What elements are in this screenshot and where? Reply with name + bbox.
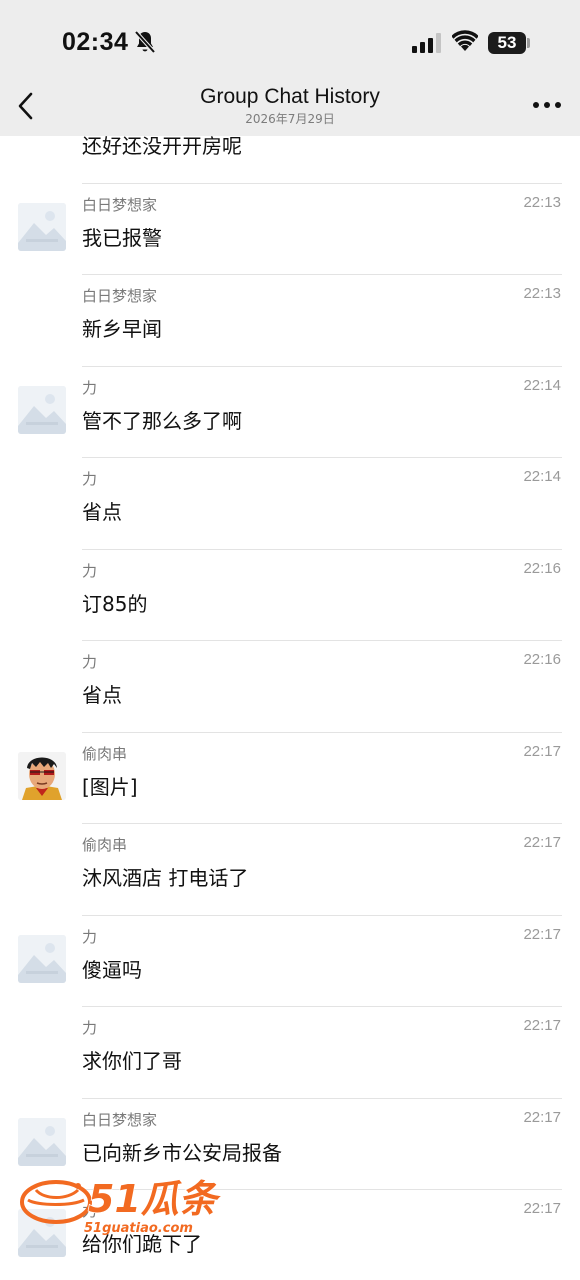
more-dots-icon[interactable] xyxy=(532,98,562,112)
message-text: 我已报警 xyxy=(82,225,162,250)
message-timestamp: 22:17 xyxy=(523,1017,561,1034)
message-sender: 力 xyxy=(82,378,98,397)
status-time: 02:34 xyxy=(62,28,129,56)
wifi-icon xyxy=(452,30,478,51)
message-timestamp: 22:17 xyxy=(523,1200,561,1217)
avatar-placeholder-image-icon[interactable] xyxy=(18,1117,66,1166)
message-row[interactable]: 力 22:17 求你们了哥 xyxy=(0,1007,580,1099)
message-text: 已向新乡市公安局报备 xyxy=(82,1140,282,1165)
message-sender: 偷肉串 xyxy=(82,744,128,763)
nav-bar: Group Chat History 2026年7月29日 xyxy=(0,80,580,136)
watermark-url: 51guatiao.com xyxy=(84,1221,193,1236)
message-timestamp: 22:17 xyxy=(523,742,561,760)
message-row[interactable]: 白日梦想家 22:13 新乡早闻 xyxy=(0,275,580,367)
message-row[interactable]: 偷肉串 22:17 沐风酒店 打电话了 xyxy=(0,824,580,916)
message-timestamp: 22:16 xyxy=(523,559,561,577)
message-row[interactable]: 力 22:14 省点 xyxy=(0,458,580,550)
message-row[interactable]: 力22:13还好还没开开房呢 xyxy=(0,136,580,184)
message-row[interactable]: 偷肉串 22:17 [图片] xyxy=(0,733,580,824)
status-bar: 02:34 53 xyxy=(0,0,580,80)
message-timestamp: 22:17 xyxy=(523,925,561,943)
message-rows: 力22:13还好还没开开房呢白日梦想家22:13我已报警白日梦想家22:13新乡… xyxy=(0,136,580,1280)
cellular-signal-icon xyxy=(412,33,441,53)
melon-logo-icon xyxy=(20,1180,92,1224)
battery-tip xyxy=(527,38,530,48)
message-timestamp: 22:14 xyxy=(523,468,561,485)
message-text: 订85的 xyxy=(82,591,148,616)
message-sender: 力 xyxy=(82,561,98,580)
page-subtitle-date: 2026年7月29日 xyxy=(245,112,335,126)
message-timestamp: 22:13 xyxy=(523,285,561,302)
message-text: 还好还没开开房呢 xyxy=(82,136,242,158)
message-text: 管不了那么多了啊 xyxy=(82,408,242,433)
message-text: 求你们了哥 xyxy=(82,1049,182,1073)
message-text: 新乡早闻 xyxy=(82,317,162,341)
message-sender: 白日梦想家 xyxy=(82,1110,158,1129)
avatar-placeholder-image-icon[interactable] xyxy=(18,385,66,434)
message-timestamp: 22:13 xyxy=(523,193,561,211)
message-row[interactable]: 白日梦想家 22:13 我已报警 xyxy=(0,184,580,275)
message-row[interactable]: 力 22:16 订85的 xyxy=(0,550,580,641)
message-sender: 白日梦想家 xyxy=(82,195,158,214)
page-title: Group Chat History xyxy=(200,85,380,108)
message-sender: 力 xyxy=(82,653,98,671)
bell-slash-icon xyxy=(134,30,156,54)
message-row[interactable]: 力 22:16 省点 xyxy=(0,641,580,733)
avatar-cartoon-face-icon[interactable] xyxy=(18,751,66,800)
message-text: 省点 xyxy=(82,683,122,707)
message-sender: 力 xyxy=(82,927,98,946)
message-timestamp: 22:17 xyxy=(523,834,561,851)
message-sender: 力 xyxy=(82,470,98,488)
site-watermark: 51瓜条 51guatiao.com xyxy=(20,1176,222,1236)
avatar-placeholder-image-icon[interactable] xyxy=(18,934,66,983)
watermark-brand: 51瓜条 xyxy=(88,1177,221,1221)
message-sender: 白日梦想家 xyxy=(82,287,158,305)
message-timestamp: 22:16 xyxy=(523,651,561,668)
message-text: 傻逼吗 xyxy=(82,957,142,982)
message-sender: 力 xyxy=(82,1019,98,1037)
message-row[interactable]: 力 22:17 傻逼吗 xyxy=(0,916,580,1007)
message-text: 沐风酒店 打电话了 xyxy=(82,866,249,890)
message-text: 省点 xyxy=(82,500,122,524)
battery-indicator: 53 xyxy=(488,32,526,54)
avatar-placeholder-image-icon[interactable] xyxy=(18,202,66,251)
message-list[interactable]: 力22:13还好还没开开房呢白日梦想家22:13我已报警白日梦想家22:13新乡… xyxy=(0,136,580,1280)
message-timestamp: 22:14 xyxy=(523,376,561,394)
message-text: [图片] xyxy=(82,774,138,799)
message-sender: 偷肉串 xyxy=(82,836,128,854)
message-timestamp: 22:17 xyxy=(523,1108,561,1126)
message-row[interactable]: 力 22:14 管不了那么多了啊 xyxy=(0,367,580,458)
